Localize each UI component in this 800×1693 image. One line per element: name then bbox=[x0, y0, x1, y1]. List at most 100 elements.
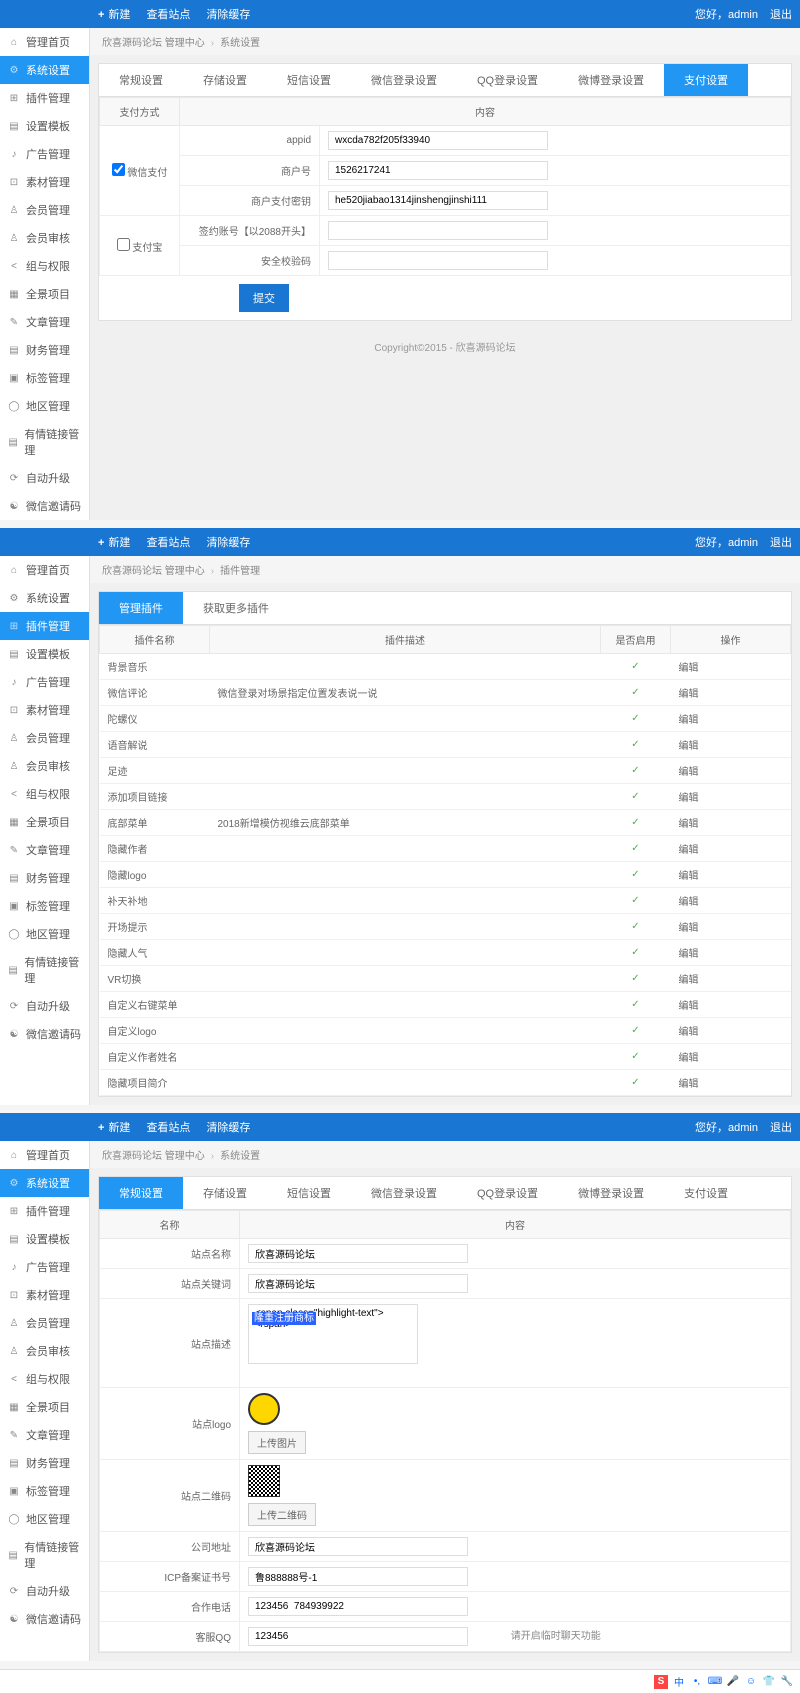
logout-link[interactable]: 退出 bbox=[770, 6, 792, 22]
edit-link[interactable]: 编辑 bbox=[679, 949, 699, 960]
tab[interactable]: 支付设置 bbox=[664, 1177, 748, 1209]
edit-link[interactable]: 编辑 bbox=[679, 1053, 699, 1064]
tab[interactable]: 管理插件 bbox=[99, 592, 183, 624]
sidebar-item[interactable]: ☯微信邀请码 bbox=[0, 492, 89, 520]
upload-qr-button[interactable]: 上传二维码 bbox=[248, 1503, 316, 1526]
edit-link[interactable]: 编辑 bbox=[679, 819, 699, 830]
edit-link[interactable]: 编辑 bbox=[679, 689, 699, 700]
edit-link[interactable]: 编辑 bbox=[679, 663, 699, 674]
sidebar-item[interactable]: ⊞插件管理 bbox=[0, 1197, 89, 1225]
punct-icon[interactable]: •, bbox=[690, 1675, 704, 1689]
sidebar-item[interactable]: <组与权限 bbox=[0, 780, 89, 808]
sidebar-item[interactable]: <组与权限 bbox=[0, 252, 89, 280]
sidebar-item[interactable]: ⟳自动升级 bbox=[0, 464, 89, 492]
tab[interactable]: QQ登录设置 bbox=[457, 64, 558, 96]
keyboard-icon[interactable]: ⌨ bbox=[708, 1675, 722, 1689]
tab[interactable]: QQ登录设置 bbox=[457, 1177, 558, 1209]
company-addr-input[interactable] bbox=[248, 1537, 468, 1556]
sidebar-item[interactable]: ▤有情链接管理 bbox=[0, 420, 89, 464]
tab[interactable]: 短信设置 bbox=[267, 1177, 351, 1209]
sidebar-item[interactable]: ▣标签管理 bbox=[0, 364, 89, 392]
sidebar-item[interactable]: ⟳自动升级 bbox=[0, 1577, 89, 1605]
sidebar-item[interactable]: ⚙系统设置 bbox=[0, 1169, 89, 1197]
alipay-checkbox[interactable] bbox=[117, 238, 130, 251]
sidebar-item[interactable]: ⟳自动升级 bbox=[0, 992, 89, 1020]
sidebar-item[interactable]: ⚙系统设置 bbox=[0, 584, 89, 612]
logout-link[interactable]: 退出 bbox=[770, 1119, 792, 1135]
submit-button[interactable]: 提交 bbox=[239, 284, 289, 312]
sidebar-item[interactable]: ◯地区管理 bbox=[0, 1505, 89, 1533]
sidebar-item[interactable]: ⚙系统设置 bbox=[0, 56, 89, 84]
mic-icon[interactable]: 🎤 bbox=[726, 1675, 740, 1689]
sidebar-item[interactable]: ♙会员管理 bbox=[0, 196, 89, 224]
sidebar-item[interactable]: ⊞插件管理 bbox=[0, 612, 89, 640]
new-button[interactable]: 新建 bbox=[98, 6, 130, 22]
sidebar-item[interactable]: ☯微信邀请码 bbox=[0, 1020, 89, 1048]
edit-link[interactable]: 编辑 bbox=[679, 871, 699, 882]
edit-link[interactable]: 编辑 bbox=[679, 715, 699, 726]
security-code-input[interactable] bbox=[328, 251, 548, 270]
face-icon[interactable]: ☺ bbox=[744, 1675, 758, 1689]
sidebar-item[interactable]: ▤设置模板 bbox=[0, 112, 89, 140]
sidebar-item[interactable]: ♙会员管理 bbox=[0, 724, 89, 752]
mchkey-input[interactable] bbox=[328, 191, 548, 210]
edit-link[interactable]: 编辑 bbox=[679, 793, 699, 804]
sidebar-item[interactable]: ▤设置模板 bbox=[0, 1225, 89, 1253]
sidebar-item[interactable]: ▤财务管理 bbox=[0, 864, 89, 892]
sidebar-item[interactable]: ✎文章管理 bbox=[0, 1421, 89, 1449]
sidebar-item[interactable]: ⊡素材管理 bbox=[0, 696, 89, 724]
sidebar-item[interactable]: ⊞插件管理 bbox=[0, 84, 89, 112]
sidebar-item[interactable]: ▦全景项目 bbox=[0, 1393, 89, 1421]
edit-link[interactable]: 编辑 bbox=[679, 897, 699, 908]
phone-input[interactable] bbox=[248, 1597, 468, 1616]
sidebar-item[interactable]: ✎文章管理 bbox=[0, 308, 89, 336]
tab[interactable]: 微博登录设置 bbox=[558, 1177, 664, 1209]
lang-icon[interactable]: 中 bbox=[672, 1675, 686, 1689]
tab[interactable]: 存储设置 bbox=[183, 64, 267, 96]
clear-cache-link[interactable]: 清除缓存 bbox=[206, 6, 250, 22]
mchid-input[interactable] bbox=[328, 161, 548, 180]
tab[interactable]: 短信设置 bbox=[267, 64, 351, 96]
sidebar-item[interactable]: ▣标签管理 bbox=[0, 892, 89, 920]
edit-link[interactable]: 编辑 bbox=[679, 975, 699, 986]
sidebar-item[interactable]: ▤财务管理 bbox=[0, 1449, 89, 1477]
clear-cache-link[interactable]: 清除缓存 bbox=[206, 534, 250, 550]
sidebar-item[interactable]: ◯地区管理 bbox=[0, 392, 89, 420]
qq-input[interactable] bbox=[248, 1627, 468, 1646]
edit-link[interactable]: 编辑 bbox=[679, 845, 699, 856]
icp-input[interactable] bbox=[248, 1567, 468, 1586]
sidebar-item[interactable]: ♙会员管理 bbox=[0, 1309, 89, 1337]
clear-cache-link[interactable]: 清除缓存 bbox=[206, 1119, 250, 1135]
ime-icon[interactable]: S bbox=[654, 1675, 668, 1689]
sidebar-item[interactable]: ⌂管理首页 bbox=[0, 556, 89, 584]
tab[interactable]: 微信登录设置 bbox=[351, 1177, 457, 1209]
sidebar-item[interactable]: ▤财务管理 bbox=[0, 336, 89, 364]
appid-input[interactable] bbox=[328, 131, 548, 150]
tab[interactable]: 支付设置 bbox=[664, 64, 748, 96]
sidebar-item[interactable]: ♙会员审核 bbox=[0, 1337, 89, 1365]
tab[interactable]: 常规设置 bbox=[99, 1177, 183, 1209]
tab[interactable]: 存储设置 bbox=[183, 1177, 267, 1209]
edit-link[interactable]: 编辑 bbox=[679, 1027, 699, 1038]
tool-icon[interactable]: 🔧 bbox=[780, 1675, 794, 1689]
upload-logo-button[interactable]: 上传图片 bbox=[248, 1431, 306, 1454]
edit-link[interactable]: 编辑 bbox=[679, 767, 699, 778]
sidebar-item[interactable]: ✎文章管理 bbox=[0, 836, 89, 864]
sidebar-item[interactable]: ◯地区管理 bbox=[0, 920, 89, 948]
sidebar-item[interactable]: ▣标签管理 bbox=[0, 1477, 89, 1505]
skin-icon[interactable]: 👕 bbox=[762, 1675, 776, 1689]
sidebar-item[interactable]: ▤有情链接管理 bbox=[0, 1533, 89, 1577]
sidebar-item[interactable]: ♪广告管理 bbox=[0, 668, 89, 696]
sidebar-item[interactable]: ♙会员审核 bbox=[0, 752, 89, 780]
edit-link[interactable]: 编辑 bbox=[679, 1079, 699, 1090]
sidebar-item[interactable]: ▦全景项目 bbox=[0, 280, 89, 308]
sidebar-item[interactable]: ⊡素材管理 bbox=[0, 1281, 89, 1309]
edit-link[interactable]: 编辑 bbox=[679, 1001, 699, 1012]
sidebar-item[interactable]: ♙会员审核 bbox=[0, 224, 89, 252]
sidebar-item[interactable]: ♪广告管理 bbox=[0, 1253, 89, 1281]
tab[interactable]: 获取更多插件 bbox=[183, 592, 289, 624]
sidebar-item[interactable]: <组与权限 bbox=[0, 1365, 89, 1393]
view-site-link[interactable]: 查看站点 bbox=[146, 534, 190, 550]
logout-link[interactable]: 退出 bbox=[770, 534, 792, 550]
view-site-link[interactable]: 查看站点 bbox=[146, 1119, 190, 1135]
